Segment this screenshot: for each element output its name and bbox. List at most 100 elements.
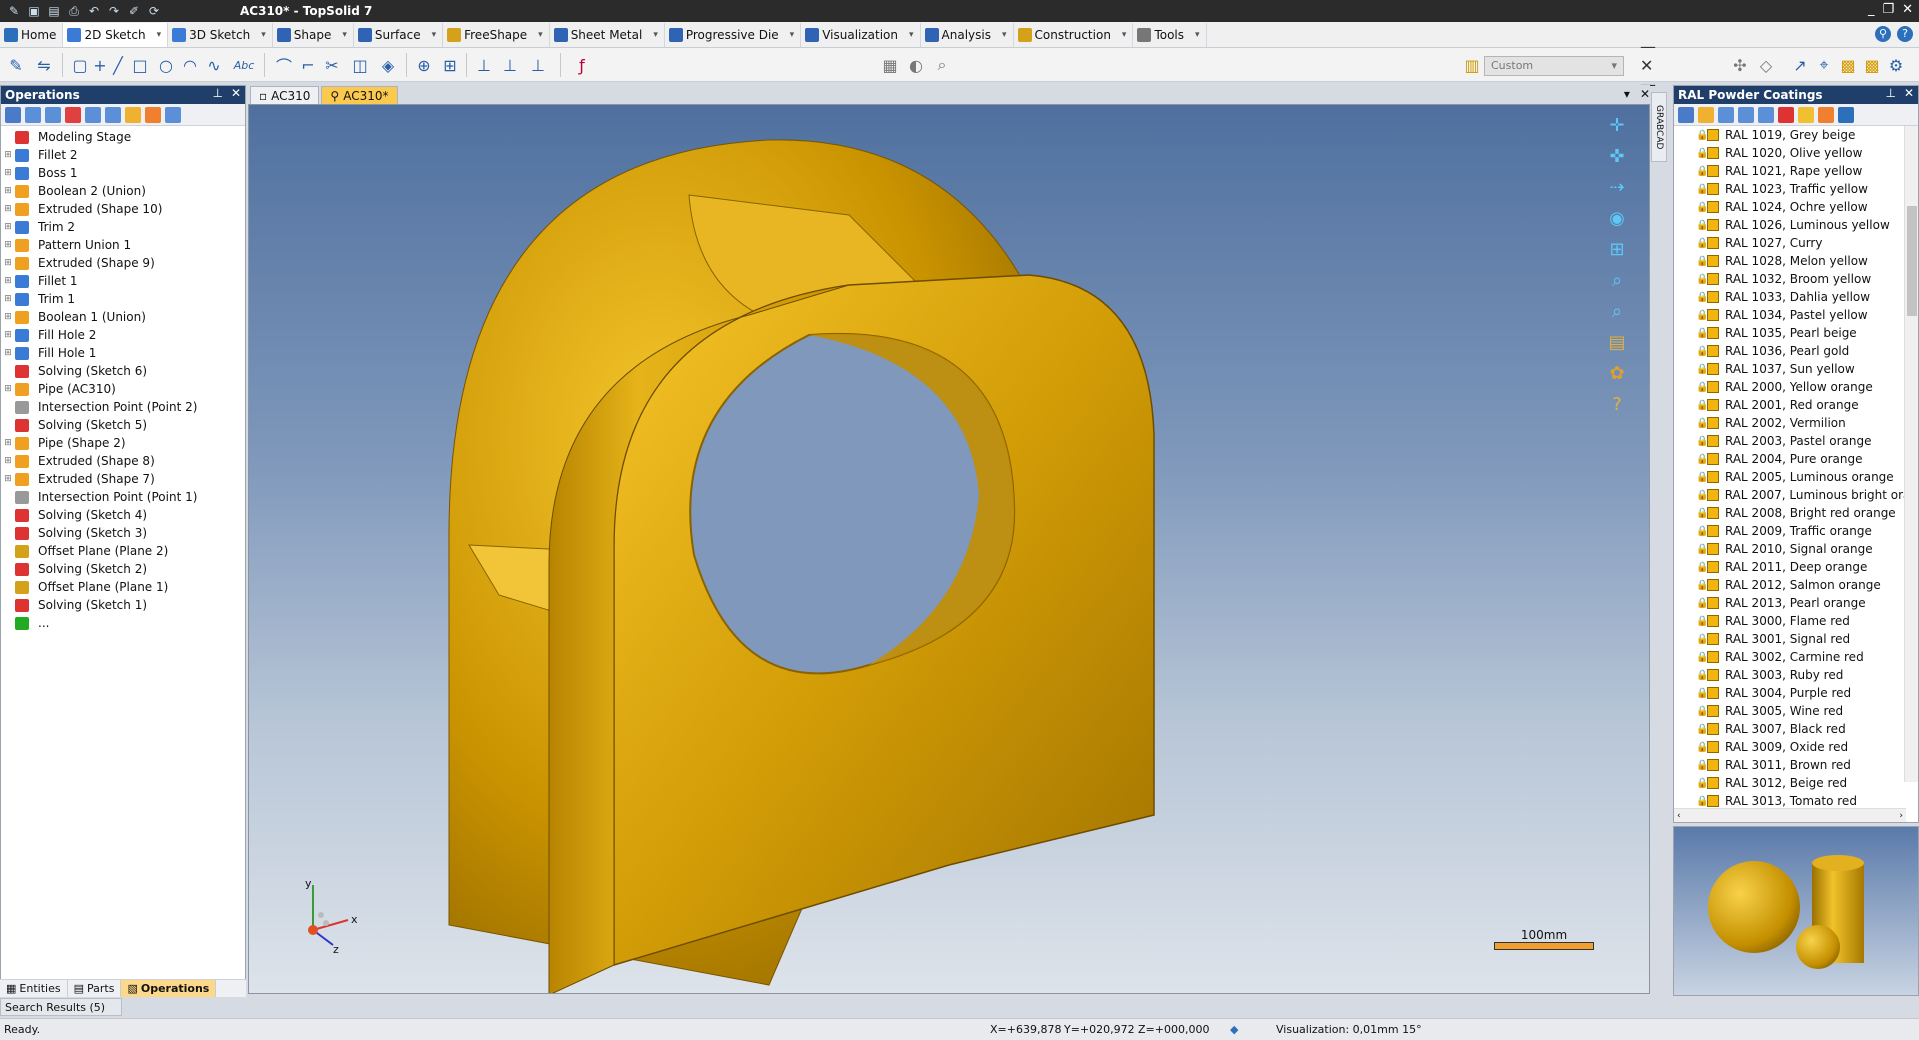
expand-icon[interactable]: ⊞ — [1, 348, 15, 358]
expand-icon[interactable]: ⊞ — [1, 294, 15, 304]
expand-icon[interactable]: ⊞ — [1, 258, 15, 268]
tree-item[interactable]: ⊞ Fillet 1 — [1, 272, 245, 290]
coating-item[interactable]: 🔒 RAL 2010, Signal orange — [1674, 540, 1918, 558]
hierarchy-icon[interactable] — [85, 106, 101, 123]
tree-item[interactable]: Solving (Sketch 1) — [1, 596, 245, 614]
coating-item[interactable]: 🔒 RAL 1028, Melon yellow — [1674, 252, 1918, 270]
coating-item[interactable]: 🔒 RAL 3007, Black red — [1674, 720, 1918, 738]
align-icon[interactable]: ⊥ — [474, 55, 494, 75]
coating-item[interactable]: 🔒 RAL 3000, Flame red — [1674, 612, 1918, 630]
mirror-icon[interactable]: ⇋ — [34, 55, 54, 75]
tree-item[interactable]: ⊞ Fill Hole 1 — [1, 344, 245, 362]
coating-item[interactable]: 🔒 RAL 2007, Luminous bright oran — [1674, 486, 1918, 504]
chevron-down-icon[interactable]: ▾ — [1122, 30, 1127, 40]
tree-item[interactable]: ⊞ Extruded (Shape 9) — [1, 254, 245, 272]
restore-icon[interactable]: ❐ — [1882, 2, 1894, 17]
color-palette-icon[interactable]: ✿ — [1607, 363, 1627, 385]
highlight-icon[interactable] — [125, 106, 141, 123]
coating-item[interactable]: 🔒 RAL 2009, Traffic orange — [1674, 522, 1918, 540]
coating-item[interactable]: 🔒 RAL 1023, Traffic yellow — [1674, 180, 1918, 198]
scroll-right-icon[interactable]: › — [1899, 811, 1903, 821]
menu-tab-surface[interactable]: Surface ▾ — [354, 22, 444, 47]
3d-viewport[interactable]: ✛ ✜ ⇢ ◉ ⊞ ⌕ ⌕ ▤ ✿ ? y x z 100mm — [248, 104, 1650, 994]
arc-icon[interactable]: ◠ — [180, 55, 200, 75]
pin-icon[interactable]: ⊥ — [1885, 86, 1895, 100]
tab-document-ac310-modified[interactable]: ⚲ AC310* — [321, 86, 398, 104]
chevron-down-icon[interactable]: ▾ — [432, 30, 437, 40]
project-icon[interactable]: ◈ — [378, 55, 398, 75]
coating-item[interactable]: 🔒 RAL 1021, Rape yellow — [1674, 162, 1918, 180]
coating-item[interactable]: 🔒 RAL 3012, Beige red — [1674, 774, 1918, 792]
coating-item[interactable]: 🔒 RAL 1034, Pastel yellow — [1674, 306, 1918, 324]
menu-tab-3d-sketch[interactable]: 3D Sketch ▾ — [168, 22, 273, 47]
display-mode-icon[interactable]: ▦ — [880, 55, 900, 75]
tree-item[interactable]: ⊞ Boss 1 — [1, 164, 245, 182]
flag-icon[interactable] — [1778, 106, 1794, 123]
link-icon[interactable] — [25, 106, 41, 123]
menu-tab-analysis[interactable]: Analysis ▾ — [921, 22, 1014, 47]
menu-tab-freeshape[interactable]: FreeShape ▾ — [443, 22, 550, 47]
tree-item[interactable]: ⊞ Boolean 2 (Union) — [1, 182, 245, 200]
tree-item[interactable]: ⊞ Fillet 2 — [1, 146, 245, 164]
coating-item[interactable]: 🔒 RAL 2002, Vermilion — [1674, 414, 1918, 432]
tree-item[interactable]: Solving (Sketch 6) — [1, 362, 245, 380]
tree-item[interactable]: ⊞ Fill Hole 2 — [1, 326, 245, 344]
tree-item[interactable]: Solving (Sketch 2) — [1, 560, 245, 578]
expand-icon[interactable]: ⊞ — [1, 204, 15, 214]
coating-item[interactable]: 🔒 RAL 1035, Pearl beige — [1674, 324, 1918, 342]
transparency-slider-icon[interactable]: —✕— — [1640, 37, 1660, 94]
coating-item[interactable]: 🔒 RAL 2012, Salmon orange — [1674, 576, 1918, 594]
tree-item[interactable]: ⊞ Extruded (Shape 8) — [1, 452, 245, 470]
close-panel-icon[interactable]: ✕ — [231, 86, 241, 100]
tree-item[interactable]: ⊞ Pattern Union 1 — [1, 236, 245, 254]
close-panel-icon[interactable]: ✕ — [1904, 86, 1914, 100]
coating-item[interactable]: 🔒 RAL 1036, Pearl gold — [1674, 342, 1918, 360]
save-icon[interactable]: ▣ — [26, 3, 42, 19]
close-icon[interactable]: ✕ — [1902, 2, 1913, 17]
coating-item[interactable]: 🔒 RAL 2004, Pure orange — [1674, 450, 1918, 468]
scrollbar-thumb[interactable] — [1907, 206, 1917, 316]
coating-item[interactable]: 🔒 RAL 3004, Purple red — [1674, 684, 1918, 702]
options-icon[interactable]: ▩ — [1838, 55, 1858, 75]
coating-item[interactable]: 🔒 RAL 2005, Luminous orange — [1674, 468, 1918, 486]
undo-icon[interactable]: ↶ — [86, 3, 102, 19]
branch-icon[interactable] — [105, 106, 121, 123]
help-icon[interactable]: ? — [1897, 26, 1913, 42]
tree-item[interactable]: ⊞ Boolean 1 (Union) — [1, 308, 245, 326]
material-icon[interactable]: ▥ — [1462, 55, 1482, 75]
menu-tab-home[interactable]: Home — [0, 22, 64, 47]
chamfer-icon[interactable]: ⌐ — [298, 55, 318, 75]
tree-item[interactable]: ⊞ Trim 1 — [1, 290, 245, 308]
close-document-icon[interactable]: ✕ — [1640, 87, 1650, 101]
expand-icon[interactable]: ⊞ — [1, 330, 15, 340]
expand-icon[interactable]: ⊞ — [1, 456, 15, 466]
rectangle-icon[interactable]: □ — [130, 55, 150, 75]
zoom-icon[interactable]: ⌕ — [932, 55, 952, 75]
coating-item[interactable]: 🔒 RAL 1033, Dahlia yellow — [1674, 288, 1918, 306]
layers-icon[interactable]: ◇ — [1756, 55, 1776, 75]
save-all-icon[interactable]: ▤ — [46, 3, 62, 19]
pin-icon[interactable]: ⊥ — [212, 86, 222, 100]
offset-icon[interactable]: ◫ — [350, 55, 370, 75]
sketch-icon[interactable]: ▢ — [70, 55, 90, 75]
expand-icon[interactable]: ⊞ — [1, 186, 15, 196]
expand-icon[interactable]: ⊞ — [1, 150, 15, 160]
app-icon[interactable]: ✎ — [6, 3, 22, 19]
tree-item[interactable]: ⊞ Extruded (Shape 10) — [1, 200, 245, 218]
scroll-left-icon[interactable]: ‹ — [1677, 811, 1681, 821]
chevron-down-icon[interactable]: ▾ — [653, 30, 658, 40]
coating-item[interactable]: 🔒 RAL 1026, Luminous yellow — [1674, 216, 1918, 234]
swap-icon[interactable] — [165, 106, 181, 123]
chevron-down-icon[interactable]: ▾ — [1002, 30, 1007, 40]
function-icon[interactable]: ƒ — [572, 55, 592, 75]
filter-icon[interactable] — [1678, 106, 1694, 123]
tree-item[interactable]: ⊞ Pipe (AC310) — [1, 380, 245, 398]
coating-item[interactable]: 🔒 RAL 2011, Deep orange — [1674, 558, 1918, 576]
menu-tab-tools[interactable]: Tools ▾ — [1133, 22, 1207, 47]
trim-icon[interactable]: ✂ — [322, 55, 342, 75]
tree-item[interactable]: Solving (Sketch 5) — [1, 416, 245, 434]
tree-item[interactable]: Modeling Stage — [1, 128, 245, 146]
tab-document-ac310[interactable]: ▫ AC310 — [250, 86, 320, 104]
swap-icon[interactable] — [1818, 106, 1834, 123]
coating-item[interactable]: 🔒 RAL 3009, Oxide red — [1674, 738, 1918, 756]
